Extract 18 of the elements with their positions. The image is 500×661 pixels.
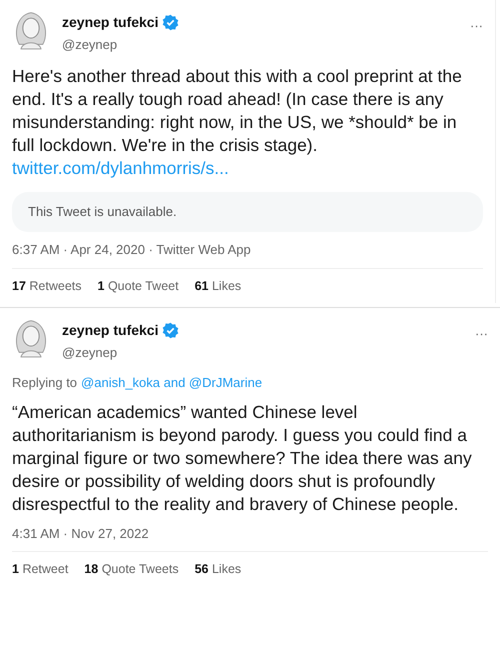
more-button[interactable]: ··· xyxy=(475,316,488,344)
author-name[interactable]: zeynep tufekci xyxy=(62,12,158,33)
engagement-stat[interactable]: 61 Likes xyxy=(194,276,242,296)
engagement-stat[interactable]: 1 Quote Tweet xyxy=(98,276,179,296)
more-button[interactable]: ··· xyxy=(470,8,483,36)
tweet-text: Here's another thread about this with a cool preprint at the end. It's a really tough road ahead! (In case there is any misunderstanding: right now, in the US, we *should* be in full lockdown. We're in the crisis stage). xyxy=(12,65,463,157)
tweet-text: “American academics” wanted Chinese level authoritarianism is beyond parody. I guess you could find a marginal figure or two somewhere? The idea there was any desire or possibility of welding doors shut is profoundly disrespectful to the reality and bravery of Chinese people. xyxy=(12,400,473,516)
engagement-stat[interactable]: 17 Retweets xyxy=(12,276,82,296)
engagement-stat[interactable]: 1 Retweet xyxy=(12,560,68,579)
author-name[interactable]: zeynep tufekci xyxy=(62,320,158,342)
replying-to-label: Replying to xyxy=(12,374,78,392)
author-handle[interactable]: @zeynep xyxy=(62,345,118,360)
unavailable-notice: This Tweet is unavailable. xyxy=(28,204,177,219)
engagement-stat[interactable]: 18 Quote Tweets xyxy=(84,560,179,579)
author-handle[interactable]: @zeynep xyxy=(62,37,118,52)
engagement-stat[interactable]: 56 Likes xyxy=(194,560,242,579)
tweet-timestamp: 6:37 AM · Apr 24, 2020 · Twitter Web App xyxy=(12,240,483,268)
tweet-timestamp: 4:31 AM · Nov 27, 2022 xyxy=(12,524,488,552)
